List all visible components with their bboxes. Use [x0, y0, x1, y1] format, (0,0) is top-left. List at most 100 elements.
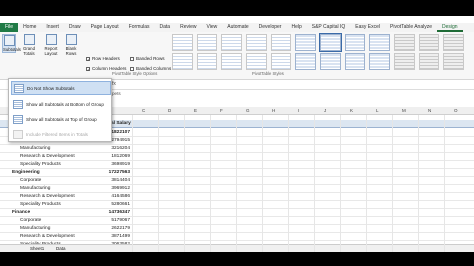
column-header[interactable]: L	[376, 108, 379, 113]
banded-rows-check-icon	[130, 56, 134, 61]
gridline	[158, 115, 159, 252]
grand-totals-icon	[23, 34, 35, 45]
item-label: Speciality Products	[20, 202, 61, 207]
gridline	[288, 115, 289, 252]
table-row[interactable]: Finance 14736347	[0, 209, 474, 217]
row-headers-checkbox[interactable]: ✓ Row Headers	[86, 56, 120, 61]
menu-item-label: Do Not Show Subtotals	[27, 85, 75, 91]
table-row[interactable]: Engineering 17227563	[0, 169, 474, 177]
tab-page-layout[interactable]: Page Layout	[86, 23, 124, 32]
subtotals-icon	[3, 35, 15, 46]
pivot-style-swatch[interactable]	[319, 52, 341, 70]
tab-view[interactable]: View	[202, 23, 223, 32]
pivot-style-swatch[interactable]	[221, 34, 242, 51]
pivot-style-swatch[interactable]	[418, 34, 440, 51]
tab-data[interactable]: Data	[155, 23, 176, 32]
menu-item-label: Show all Subtotals at Top of Group	[26, 116, 97, 122]
pivot-style-swatch[interactable]	[344, 34, 366, 51]
gridline	[314, 115, 315, 252]
subtotals-menu: Do Not Show Subtotals Show all Subtotals…	[8, 78, 112, 142]
table-row[interactable]: Manufacturing 2622179	[0, 225, 474, 233]
salary-value: 5280661	[111, 202, 130, 207]
column-header[interactable]: M	[402, 108, 406, 113]
pivot-style-swatch[interactable]	[196, 34, 218, 51]
pivot-style-swatch[interactable]	[172, 52, 193, 70]
table-row[interactable]: Corporate 3814404	[0, 177, 474, 185]
pivot-style-swatch[interactable]	[172, 34, 193, 51]
tab-formulas[interactable]: Formulas	[124, 23, 155, 32]
column-header[interactable]: D	[168, 108, 171, 113]
item-label: Manufacturing	[20, 186, 51, 191]
column-header[interactable]: G	[246, 108, 250, 113]
tab-developer[interactable]: Developer	[254, 23, 287, 32]
tab-automate[interactable]: Automate	[222, 23, 253, 32]
pivot-style-swatch[interactable]	[270, 52, 292, 70]
banded-rows-label: Banded Rows	[136, 56, 165, 61]
pivot-style-swatch[interactable]	[196, 52, 218, 70]
table-row[interactable]: Research & Development 1812069	[0, 153, 474, 161]
item-label: Manufacturing	[20, 146, 51, 151]
sheet-tab[interactable]: Data	[56, 246, 66, 251]
pivot-style-swatch[interactable]	[418, 52, 440, 70]
tab-pivottable-analyze[interactable]: PivotTable Analyze	[385, 23, 437, 32]
pivot-style-swatch[interactable]	[270, 34, 292, 51]
pivot-style-swatch[interactable]	[369, 52, 390, 70]
menu-item-subtotals-bottom[interactable]: Show all Subtotals at Bottom of Group	[11, 97, 111, 111]
grand-totals-button[interactable]: Grand Totals	[22, 34, 36, 56]
tab-draw[interactable]: Draw	[64, 23, 86, 32]
tab-review[interactable]: Review	[175, 23, 201, 32]
menu-item-do-not-show-subtotals[interactable]: Do Not Show Subtotals	[11, 81, 111, 95]
column-header[interactable]: H	[272, 108, 275, 113]
pivot-style-swatch[interactable]	[245, 52, 267, 70]
pivot-style-swatch[interactable]	[369, 34, 390, 51]
pivot-style-swatch[interactable]	[245, 34, 267, 51]
no-subtotals-icon	[14, 83, 24, 93]
salary-value: 3814404	[111, 178, 130, 183]
blank-rows-button[interactable]: Blank Rows	[64, 34, 78, 56]
ribbon: Subtotals Grand Totals Report Layout Bla…	[0, 32, 474, 80]
table-row[interactable]: Speciality Products 5280661	[0, 201, 474, 209]
pivot-style-swatch[interactable]	[319, 33, 342, 52]
gridline	[262, 115, 263, 252]
column-header[interactable]: I	[298, 108, 299, 113]
column-header[interactable]: F	[220, 108, 223, 113]
table-row[interactable]: Manufacturing 3216204	[0, 145, 474, 153]
salary-value: 17227563	[108, 170, 130, 175]
column-header[interactable]: K	[350, 108, 353, 113]
sheet-tab[interactable]: Sheet1	[30, 246, 44, 251]
column-header[interactable]: J	[324, 108, 326, 113]
table-row[interactable]: Research & Development 4164586	[0, 193, 474, 201]
pivot-style-swatch[interactable]	[393, 34, 415, 51]
subtotals-button[interactable]: Subtotals	[2, 34, 21, 53]
tab-help[interactable]: Help	[286, 23, 306, 32]
pivot-style-swatch[interactable]	[295, 52, 316, 70]
pivot-style-swatch[interactable]	[344, 52, 366, 70]
column-header[interactable]: E	[194, 108, 197, 113]
table-row[interactable]: Corporate 5179067	[0, 217, 474, 225]
table-row[interactable]: Speciality Products 3698919	[0, 161, 474, 169]
column-header[interactable]: N	[428, 108, 431, 113]
salary-value: 2622179	[111, 226, 130, 231]
banded-rows-checkbox[interactable]: Banded Rows	[130, 56, 165, 61]
pivot-style-swatch[interactable]	[393, 52, 415, 70]
pivot-style-swatch[interactable]	[221, 52, 242, 70]
column-header[interactable]: O	[454, 108, 458, 113]
pivot-style-swatch[interactable]	[295, 34, 316, 51]
column-header[interactable]: C	[142, 108, 145, 113]
report-layout-label: Report Layout	[44, 46, 58, 56]
subtotals-bottom-icon	[13, 99, 23, 109]
report-layout-button[interactable]: Report Layout	[44, 34, 58, 56]
pivot-style-swatch[interactable]	[443, 34, 464, 51]
tab-easy-excel[interactable]: Easy Excel	[350, 23, 385, 32]
table-row[interactable]: Research & Development 3871499	[0, 233, 474, 241]
pivot-style-swatch[interactable]	[443, 52, 464, 70]
gridline	[184, 115, 185, 252]
tab-home[interactable]: Home	[18, 23, 41, 32]
tab-design[interactable]: Design	[437, 23, 463, 32]
table-row[interactable]: Manufacturing 3969912	[0, 185, 474, 193]
menu-item-subtotals-top[interactable]: Show all Subtotals at Top of Group	[11, 112, 111, 126]
tab-file[interactable]: File	[0, 23, 19, 32]
tab-s-p-capital-iq[interactable]: S&P Capital IQ	[307, 23, 351, 32]
blank-rows-label: Blank Rows	[65, 46, 77, 56]
tab-insert[interactable]: Insert	[41, 23, 64, 32]
